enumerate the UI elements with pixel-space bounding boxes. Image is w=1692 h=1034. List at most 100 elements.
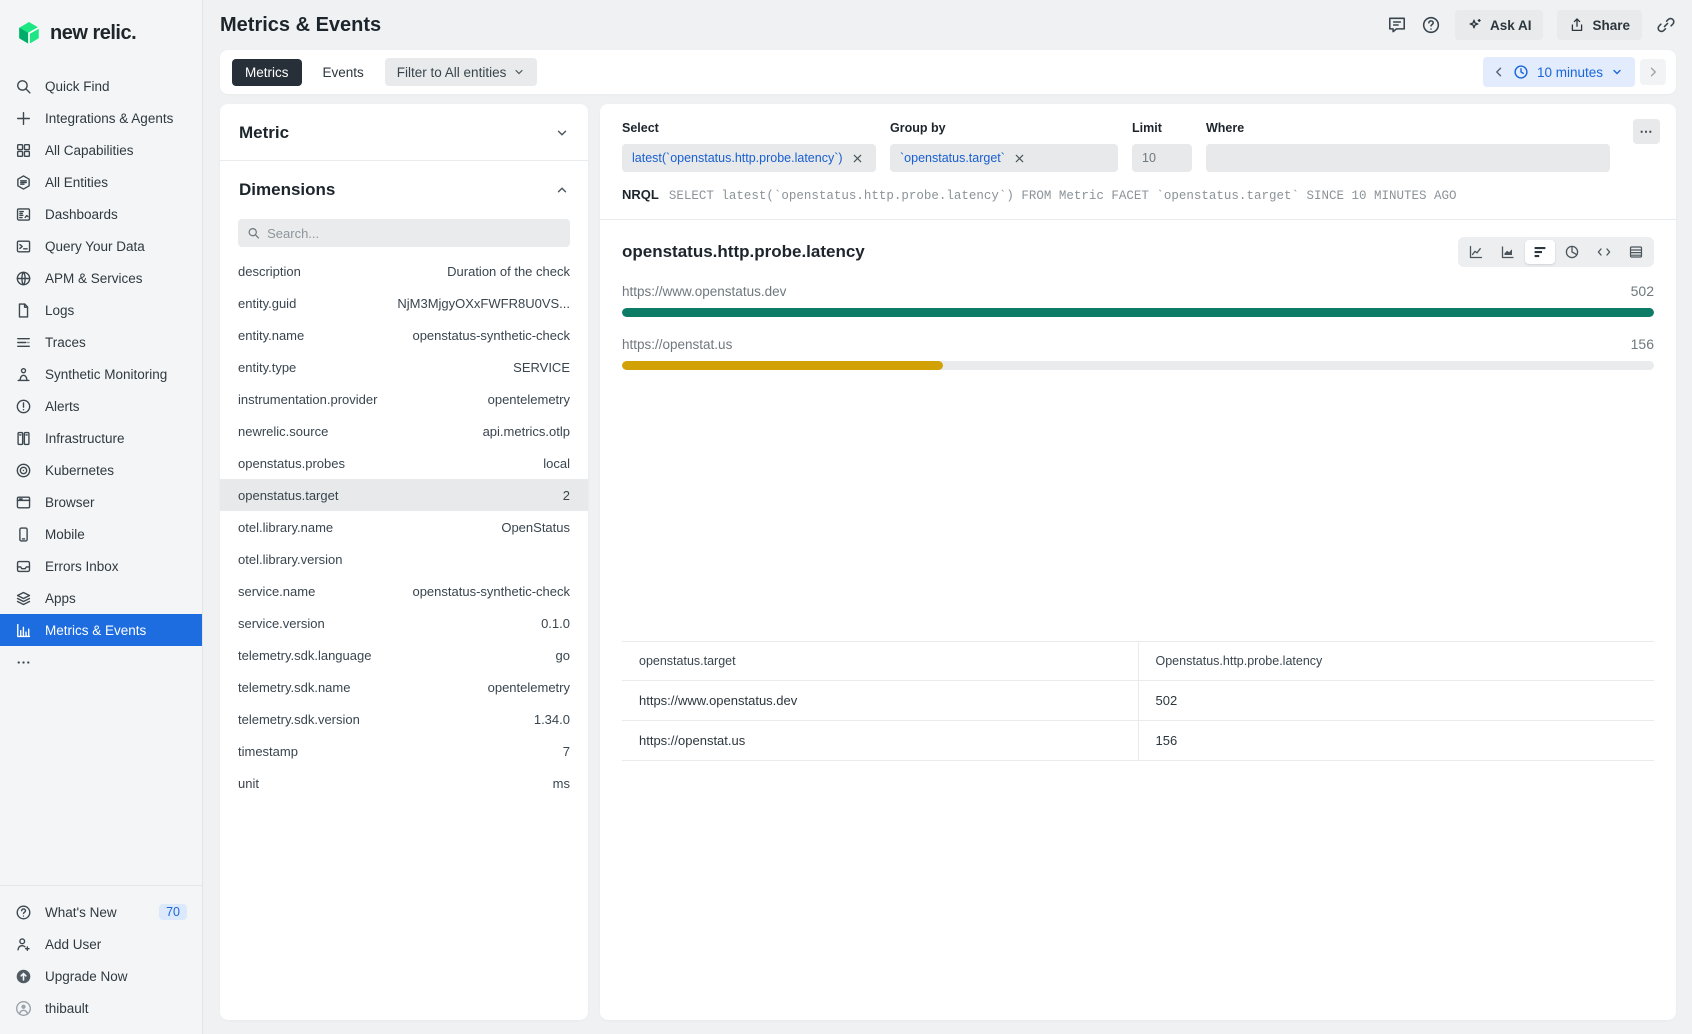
pie-chart-icon[interactable] xyxy=(1557,240,1587,264)
bar-chart-icon[interactable] xyxy=(1525,240,1555,264)
sidebar-item-apm-services[interactable]: APM & Services xyxy=(0,262,202,294)
entity-filter-dropdown[interactable]: Filter to All entities xyxy=(385,58,538,86)
time-forward-icon[interactable] xyxy=(1640,59,1666,85)
dimension-row-entity-guid[interactable]: entity.guidNjM3MjgyOXxFWFR8U0VS... xyxy=(220,287,588,319)
limit-field[interactable]: 10 xyxy=(1132,144,1192,172)
ask-ai-button[interactable]: Ask AI xyxy=(1455,10,1544,40)
help-icon[interactable] xyxy=(1421,15,1441,35)
sidebar-item-integrations-agents[interactable]: Integrations & Agents xyxy=(0,102,202,134)
limit-value: 10 xyxy=(1142,151,1156,165)
bar-track[interactable] xyxy=(622,308,1654,317)
new-relic-logo[interactable]: new relic. xyxy=(0,14,202,70)
where-field xyxy=(1206,144,1610,172)
nrql-row: NRQL SELECT latest(`openstatus.http.prob… xyxy=(622,187,1654,203)
permalink-icon[interactable] xyxy=(1656,15,1676,35)
sidebar-item-query-your-data[interactable]: Query Your Data xyxy=(0,230,202,262)
dimension-row-service-version[interactable]: service.version0.1.0 xyxy=(220,607,588,639)
time-back-icon[interactable] xyxy=(1493,66,1505,78)
header-actions: Ask AI Share xyxy=(1387,10,1676,40)
sidebar-item-quick-find[interactable]: Quick Find xyxy=(0,70,202,102)
bar-row-0: https://www.openstatus.dev502 xyxy=(622,283,1654,317)
sidebar-item-upgrade-now[interactable]: Upgrade Now xyxy=(0,960,202,992)
sidebar-item-browser[interactable]: Browser xyxy=(0,486,202,518)
dimension-row-openstatus-probes[interactable]: openstatus.probeslocal xyxy=(220,447,588,479)
sidebar-item-what-s-new[interactable]: What's New70 xyxy=(0,896,202,928)
query-more-options-icon[interactable]: ⋯ xyxy=(1633,119,1660,144)
globe-icon xyxy=(15,270,32,287)
sidebar-item-apps[interactable]: Apps xyxy=(0,582,202,614)
dimensions-section-title: Dimensions xyxy=(239,180,335,200)
chart-area: openstatus.http.probe.latency xyxy=(600,220,1676,1020)
dimension-row-telemetry-sdk-name[interactable]: telemetry.sdk.nameopentelemetry xyxy=(220,671,588,703)
dimension-row-timestamp[interactable]: timestamp7 xyxy=(220,735,588,767)
sidebar-item-label: Synthetic Monitoring xyxy=(45,367,167,382)
sidebar-item-add-user[interactable]: Add User xyxy=(0,928,202,960)
sidebar-item-dashboards[interactable]: Dashboards xyxy=(0,198,202,230)
bar-track[interactable] xyxy=(622,361,1654,370)
sidebar-item-all-capabilities[interactable]: All Capabilities xyxy=(0,134,202,166)
nrql-query-text[interactable]: SELECT latest(`openstatus.http.probe.lat… xyxy=(669,189,1457,203)
content-row: Metric Dimensions xyxy=(220,104,1676,1020)
dimension-row-instrumentation-provider[interactable]: instrumentation.provideropentelemetry xyxy=(220,383,588,415)
sidebar-item-label: Logs xyxy=(45,303,74,318)
remove-select-tag-icon[interactable] xyxy=(852,153,863,164)
tab-metrics[interactable]: Metrics xyxy=(232,59,302,86)
sidebar-item-mobile[interactable]: Mobile xyxy=(0,518,202,550)
dimension-row-service-name[interactable]: service.nameopenstatus-synthetic-check xyxy=(220,575,588,607)
search-input[interactable] xyxy=(267,226,561,241)
sidebar-item-kubernetes[interactable]: Kubernetes xyxy=(0,454,202,486)
dimension-row-telemetry-sdk-language[interactable]: telemetry.sdk.languagego xyxy=(220,639,588,671)
sidebar-item-infrastructure[interactable]: Infrastructure xyxy=(0,422,202,454)
share-button[interactable]: Share xyxy=(1557,10,1642,40)
bar-value: 156 xyxy=(1631,336,1654,352)
dimension-value: ms xyxy=(553,776,570,791)
table-header-openstatus-http-probe-latency[interactable]: Openstatus.http.probe.latency xyxy=(1138,642,1654,681)
sidebar-item-logs[interactable]: Logs xyxy=(0,294,202,326)
sidebar-item-alerts[interactable]: Alerts xyxy=(0,390,202,422)
time-range-dropdown[interactable]: 10 minutes xyxy=(1483,57,1635,87)
dimension-row-otel-library-version[interactable]: otel.library.version xyxy=(220,543,588,575)
sidebar-item-all-entities[interactable]: All Entities xyxy=(0,166,202,198)
share-label: Share xyxy=(1592,18,1630,33)
sidebar-item-errors-inbox[interactable]: Errors Inbox xyxy=(0,550,202,582)
remove-groupby-tag-icon[interactable] xyxy=(1014,153,1025,164)
code-view-icon[interactable] xyxy=(1589,240,1619,264)
monitor-icon xyxy=(15,366,32,383)
metric-section-header[interactable]: Metric xyxy=(220,104,588,160)
groupby-field[interactable]: `openstatus.target` xyxy=(890,144,1118,172)
sidebar-item-thibault[interactable]: thibault xyxy=(0,992,202,1024)
dimension-row-openstatus-target[interactable]: openstatus.target2 xyxy=(220,479,588,511)
area-chart-icon[interactable] xyxy=(1493,240,1523,264)
bar-chart-icon xyxy=(15,622,32,639)
table-row[interactable]: https://www.openstatus.dev502 xyxy=(622,681,1654,721)
select-field[interactable]: latest(`openstatus.http.probe.latency`) xyxy=(622,144,876,172)
sidebar-item-synthetic-monitoring[interactable]: Synthetic Monitoring xyxy=(0,358,202,390)
tab-events[interactable]: Events xyxy=(310,59,377,86)
dimension-row-otel-library-name[interactable]: otel.library.nameOpenStatus xyxy=(220,511,588,543)
dimension-value: 1.34.0 xyxy=(534,712,570,727)
feedback-comment-icon[interactable] xyxy=(1387,15,1407,35)
dimensions-section-header[interactable]: Dimensions xyxy=(220,161,588,217)
sidebar-item-more[interactable] xyxy=(0,646,202,678)
sidebar-item-label: Query Your Data xyxy=(45,239,145,254)
table-cell: 502 xyxy=(1138,681,1654,721)
dimensions-search xyxy=(220,217,588,255)
sidebar-item-traces[interactable]: Traces xyxy=(0,326,202,358)
table-row[interactable]: https://openstat.us156 xyxy=(622,721,1654,761)
question-icon xyxy=(15,904,32,921)
where-input[interactable] xyxy=(1216,151,1600,165)
dimension-row-entity-name[interactable]: entity.nameopenstatus-synthetic-check xyxy=(220,319,588,351)
hexagon-list-icon xyxy=(15,174,32,191)
dimension-row-description[interactable]: descriptionDuration of the check xyxy=(220,255,588,287)
dimension-row-unit[interactable]: unitms xyxy=(220,767,588,799)
table-view-icon[interactable] xyxy=(1621,240,1651,264)
sidebar-item-label: APM & Services xyxy=(45,271,143,286)
dimension-row-telemetry-sdk-version[interactable]: telemetry.sdk.version1.34.0 xyxy=(220,703,588,735)
dimension-row-entity-type[interactable]: entity.typeSERVICE xyxy=(220,351,588,383)
inbox-icon xyxy=(15,558,32,575)
line-chart-icon[interactable] xyxy=(1461,240,1491,264)
share-icon xyxy=(1569,17,1585,33)
sidebar-item-metrics-events[interactable]: Metrics & Events xyxy=(0,614,202,646)
dimension-row-newrelic-source[interactable]: newrelic.sourceapi.metrics.otlp xyxy=(220,415,588,447)
table-header-openstatus-target[interactable]: openstatus.target xyxy=(622,642,1138,681)
